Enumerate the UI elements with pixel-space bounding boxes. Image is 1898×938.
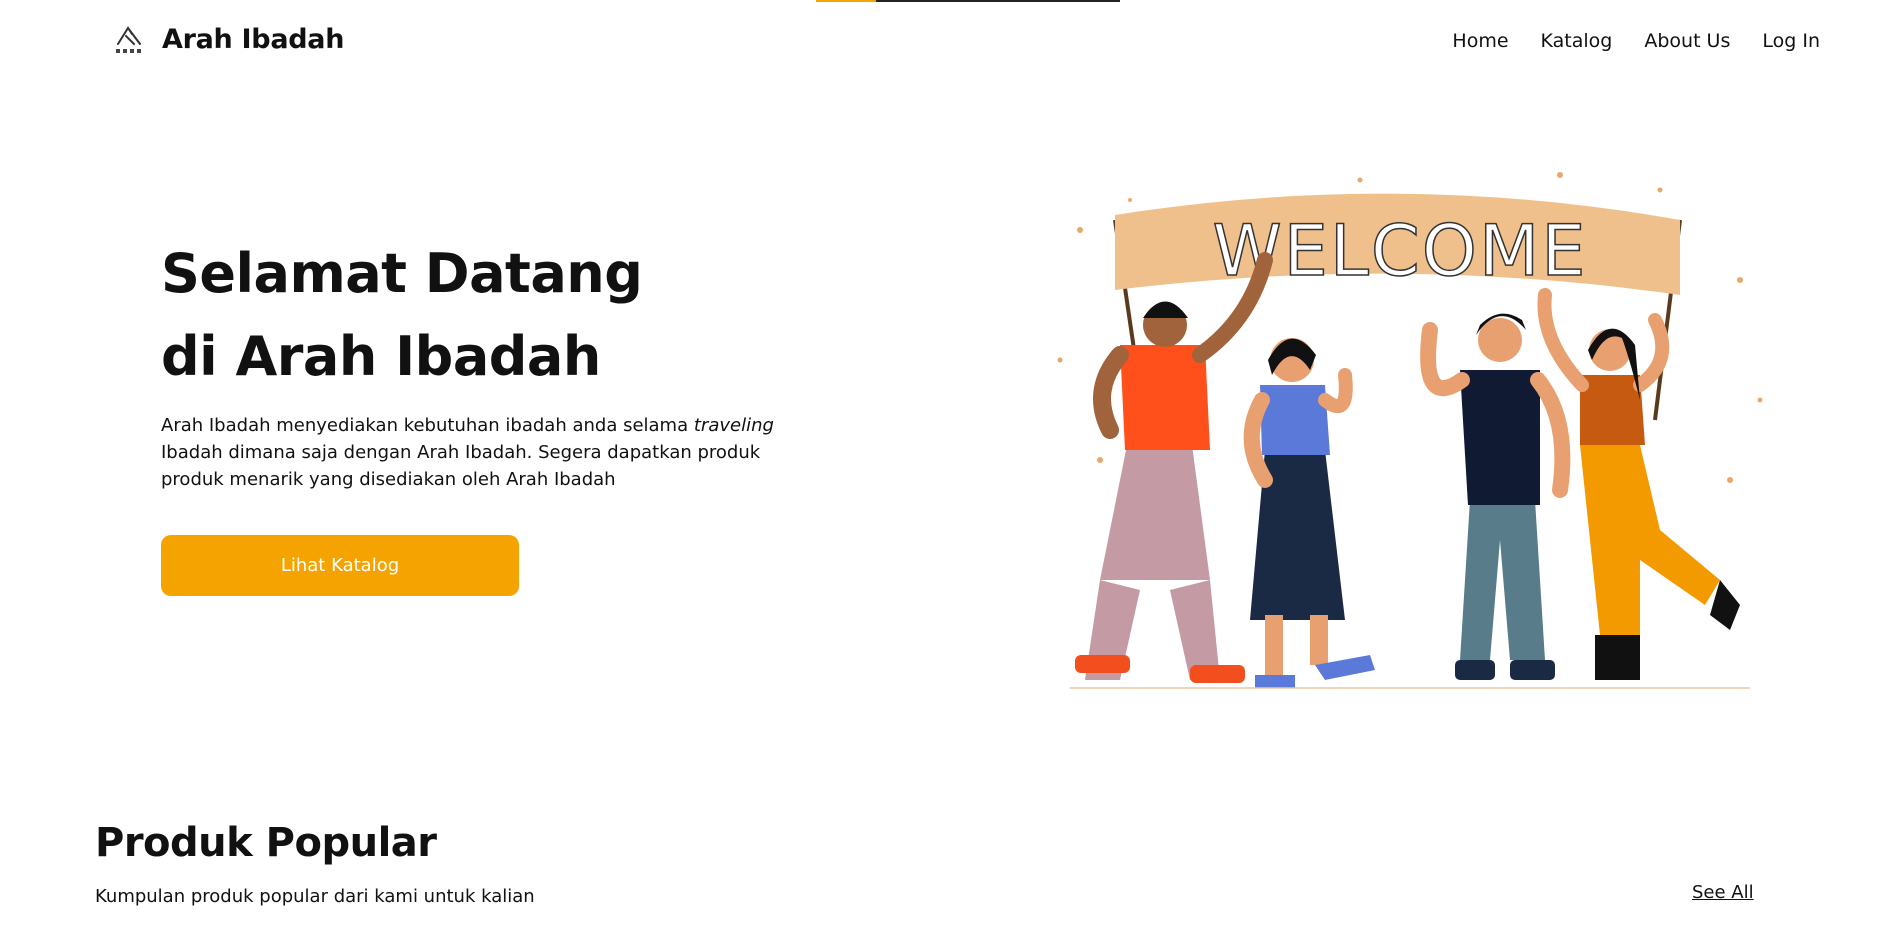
view-catalog-button[interactable]: Lihat Katalog xyxy=(161,535,519,596)
person-orange-pants xyxy=(1537,288,1740,680)
hero-description: Arah Ibadah menyediakan kebutuhan ibadah… xyxy=(161,412,821,493)
site-header: Arah Ibadah Home Katalog About Us Log In xyxy=(0,0,1898,82)
hero-desc-italic: traveling xyxy=(693,415,774,436)
nav-item-home[interactable]: Home xyxy=(1452,30,1508,52)
hero-desc-part-1: Arah Ibadah menyediakan kebutuhan ibadah… xyxy=(161,415,694,436)
main-nav: Home Katalog About Us Log In xyxy=(1420,30,1820,52)
hero-title: Selamat Datang di Arah Ibadah xyxy=(161,232,643,398)
hero-title-line-1: Selamat Datang xyxy=(161,242,643,305)
brand-logo-link[interactable]: Arah Ibadah xyxy=(112,22,344,56)
banner-text: WELCOME xyxy=(1212,210,1587,292)
person-red-shirt xyxy=(1075,252,1273,683)
hero-desc-part-2: Ibadah dimana saja dengan Arah Ibadah. S… xyxy=(161,442,761,490)
mountain-logo-icon xyxy=(116,26,141,53)
welcome-people-illustration: WELCOME xyxy=(1057,172,1763,689)
see-all-link[interactable]: See All xyxy=(1692,882,1754,903)
nav-item-katalog[interactable]: Katalog xyxy=(1541,30,1613,52)
person-navy-shirt xyxy=(1420,313,1571,680)
nav-item-log-in[interactable]: Log In xyxy=(1762,30,1820,52)
hero-title-line-2: di Arah Ibadah xyxy=(161,325,601,388)
brand-name: Arah Ibadah xyxy=(162,23,345,55)
person-blue-shirt xyxy=(1243,338,1375,688)
popular-products-title: Produk Popular xyxy=(95,820,437,866)
popular-products-subtitle: Kumpulan produk popular dari kami untuk … xyxy=(95,886,535,907)
nav-item-about-us[interactable]: About Us xyxy=(1644,30,1730,52)
